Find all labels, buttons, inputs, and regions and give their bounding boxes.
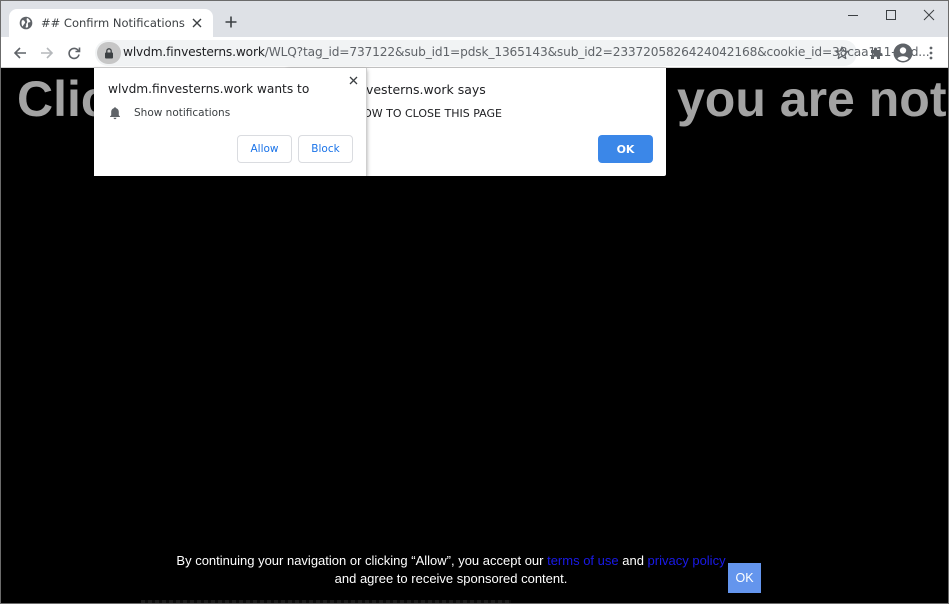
consent-line-2: and agree to receive sponsored content. [334,571,568,586]
terms-of-use-link[interactable]: terms of use [547,553,619,568]
consent-text: By continuing your navigation or clickin… [151,552,751,588]
permission-label: Show notifications [134,107,231,119]
bell-icon [108,106,122,120]
close-icon [349,76,357,84]
minimize-button[interactable] [839,5,867,25]
account-circle-icon [893,43,913,63]
permission-row: Show notifications [108,106,230,120]
alert-ok-button[interactable]: OK [598,135,653,163]
star-icon [835,46,849,60]
consent-line-1: By continuing your navigation or clickin… [151,552,751,570]
tab-confirm-notifications[interactable]: ## Confirm Notifications ## [9,9,213,37]
close-icon[interactable] [189,15,205,31]
page-content: Clic you are not wlvdm.finvesterns.work … [1,68,948,603]
reload-icon [68,47,81,60]
arrow-left-icon [13,47,26,59]
maximize-button[interactable] [877,5,905,25]
permission-title: wlvdm.finvesterns.work wants to [108,82,310,96]
forward-button[interactable] [36,42,58,64]
consent-text-before: By continuing your navigation or clickin… [176,553,548,568]
notification-permission-prompt: wlvdm.finvesterns.work wants to Show not… [94,68,367,176]
address-bar[interactable]: wlvdm.finvesterns.work/WLQ?tag_id=737122… [95,40,930,66]
url-path: /WLQ?tag_id=737122&sub_id1=pdsk_1365143&… [264,45,930,59]
hidden-footer-text [141,600,511,603]
maximize-icon [886,10,896,20]
block-button[interactable]: Block [298,135,353,163]
page-headline-right: you are not [677,71,947,127]
browser-toolbar: wlvdm.finvesterns.work/WLQ?tag_id=737122… [1,37,948,68]
reload-button[interactable] [63,42,85,64]
kebab-menu-icon [929,46,933,60]
plus-icon [225,16,237,28]
menu-button[interactable] [920,42,942,64]
consent-ok-button[interactable]: OK [728,563,761,593]
browser-window: ## Confirm Notifications ## [0,0,949,604]
back-button[interactable] [9,42,31,64]
tab-title: ## Confirm Notifications ## [41,16,189,30]
globe-icon [19,16,33,30]
arrow-right-icon [41,47,54,59]
extensions-button[interactable] [865,42,887,64]
site-info-button[interactable] [97,42,121,64]
lock-icon [105,47,113,58]
permission-close-button[interactable] [345,72,361,88]
profile-button[interactable] [892,42,914,64]
minimize-icon [848,15,858,16]
bookmark-button[interactable] [833,44,851,62]
new-tab-button[interactable] [222,13,240,31]
tab-strip: ## Confirm Notifications ## [1,1,948,37]
url-text[interactable]: wlvdm.finvesterns.work/WLQ?tag_id=737122… [123,45,930,59]
window-close-button[interactable] [915,5,943,25]
consent-text-middle: and [618,553,648,568]
privacy-policy-link[interactable]: privacy policy [648,553,726,568]
url-host: wlvdm.finvesterns.work [123,45,265,59]
allow-button[interactable]: Allow [237,135,292,163]
close-icon [923,9,935,21]
puzzle-icon [871,47,883,59]
